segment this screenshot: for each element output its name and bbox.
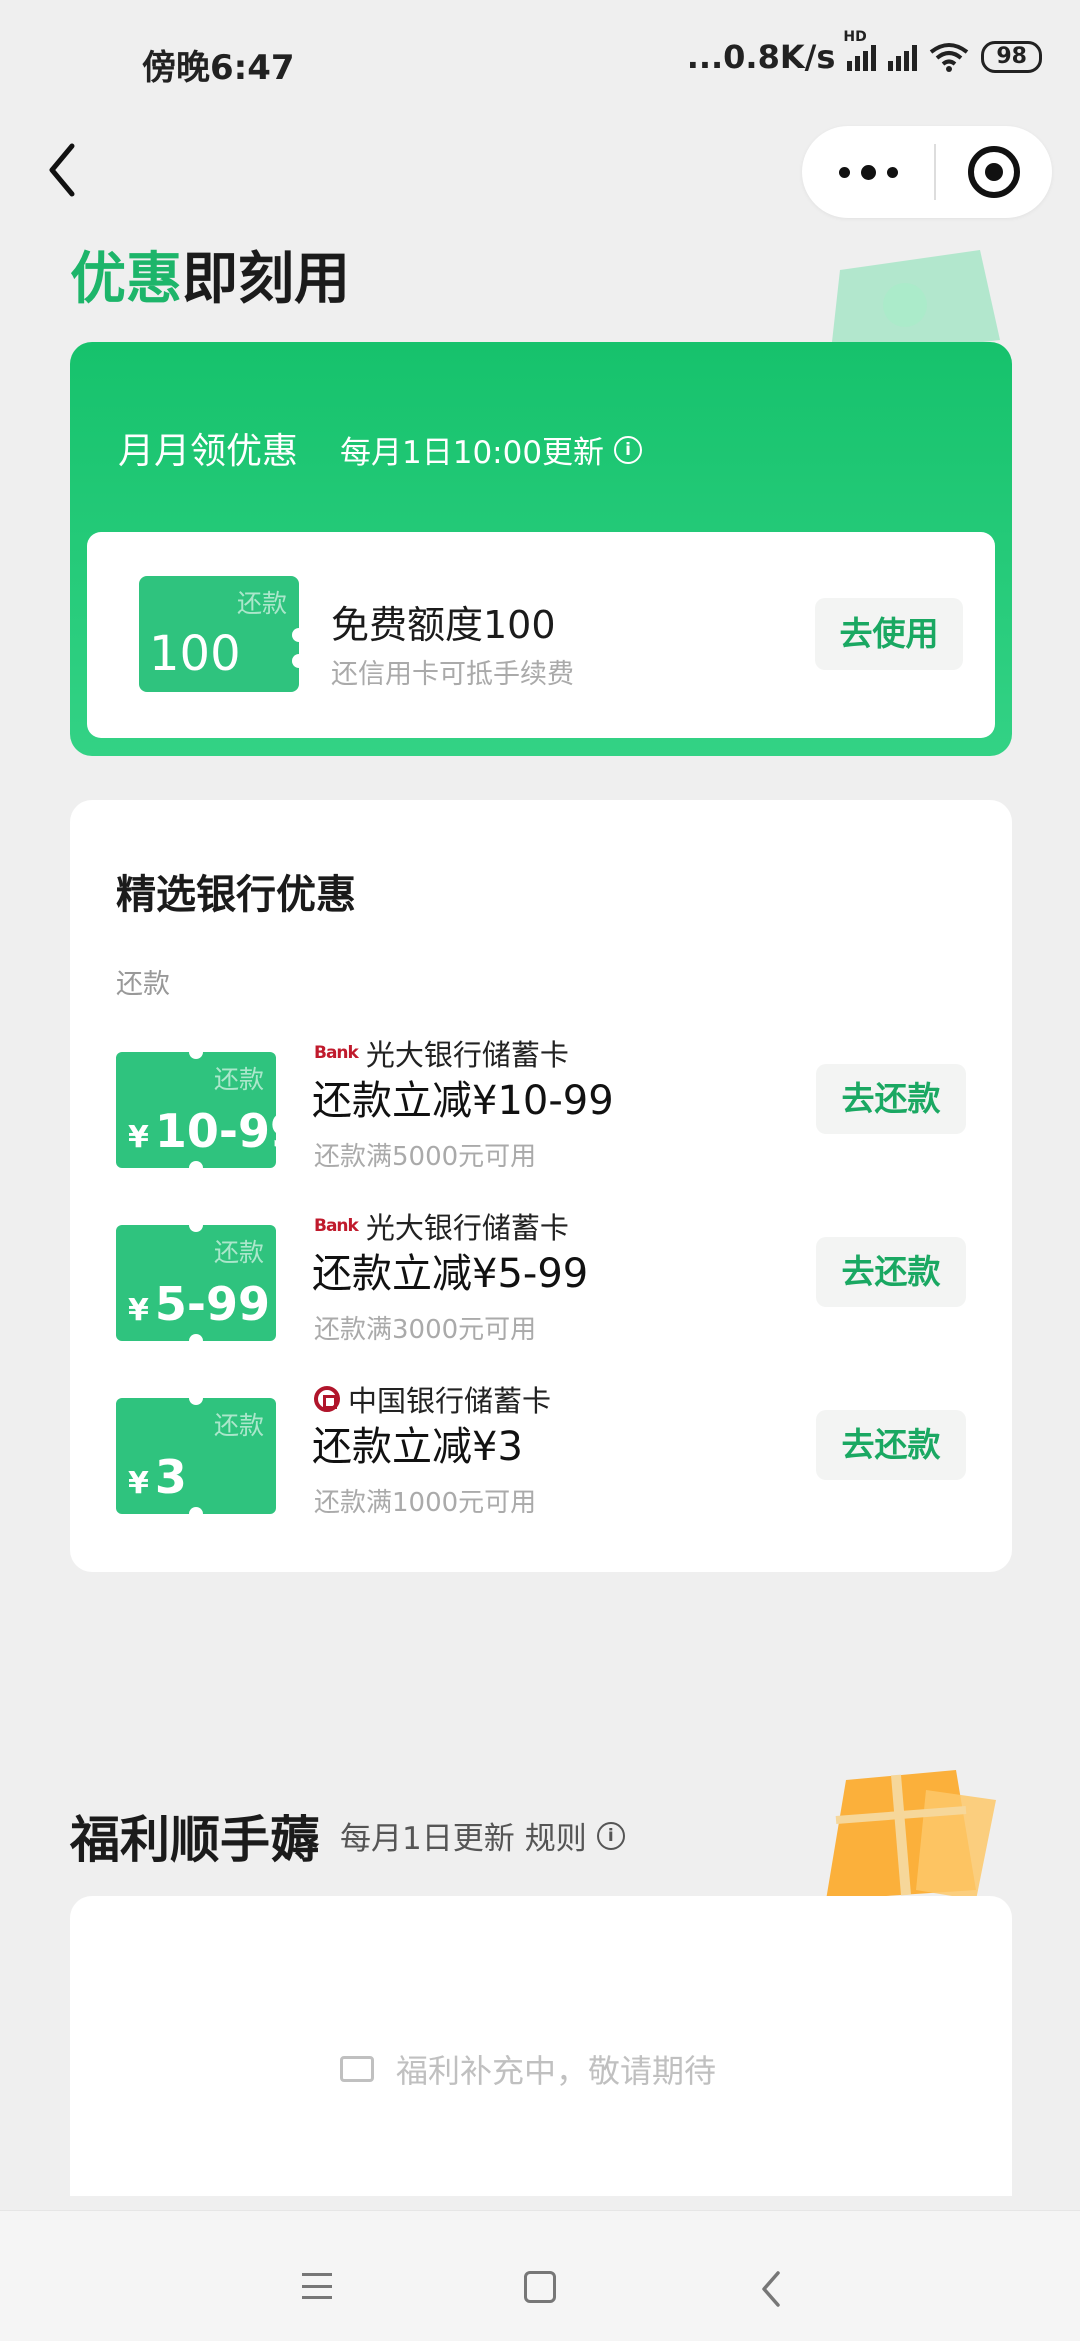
empty-state: 福利补充中，敬请期待 bbox=[340, 2046, 716, 2092]
coupon-amount: 100 bbox=[149, 626, 241, 682]
menu-icon[interactable] bbox=[302, 2273, 332, 2299]
repay-button[interactable]: 去还款 bbox=[816, 1410, 966, 1480]
signal-icon: HD bbox=[843, 29, 877, 71]
coupon-amount: ¥10-99 bbox=[128, 1104, 276, 1158]
offer-condition: 还款满1000元可用 bbox=[314, 1488, 537, 1518]
offer-condition: 还款满5000元可用 bbox=[314, 1142, 537, 1172]
section-title: 精选银行优惠 bbox=[116, 872, 356, 918]
repay-button[interactable]: 去还款 bbox=[816, 1237, 966, 1307]
boc-bank-logo-icon bbox=[314, 1386, 340, 1412]
empty-text: 福利补充中，敬请期待 bbox=[396, 2052, 717, 2090]
monthly-coupon-card: 月月领优惠 每月1日10:00更新 i 还款 100 免费额度100 还信用卡可… bbox=[70, 342, 1012, 756]
mini-program-capsule bbox=[802, 126, 1052, 218]
status-time: 傍晚6:47 bbox=[142, 48, 295, 88]
coupon-ticket: 还款 100 bbox=[139, 576, 299, 692]
chevron-left-icon[interactable] bbox=[40, 140, 88, 200]
status-icons: ...0.8K/s HD 98 bbox=[686, 29, 1042, 76]
rules-link[interactable]: 规则 bbox=[525, 1813, 587, 1858]
battery-indicator: 98 bbox=[981, 41, 1042, 73]
target-icon bbox=[968, 146, 1020, 198]
coupon-amount: ¥3 bbox=[128, 1450, 187, 1504]
wifi-icon bbox=[930, 43, 969, 72]
monthly-title: 月月领优惠 bbox=[118, 431, 299, 472]
back-triangle-icon[interactable] bbox=[756, 2269, 786, 2309]
info-icon[interactable]: i bbox=[596, 1821, 625, 1850]
free-quota-subtitle: 还信用卡可抵手续费 bbox=[331, 659, 574, 690]
offer-title: 还款立减¥10-99 bbox=[312, 1078, 614, 1124]
coupon-tag: 还款 bbox=[213, 1411, 264, 1440]
free-quota-title: 免费额度100 bbox=[331, 603, 556, 647]
welfare-card: 福利补充中，敬请期待 bbox=[70, 1896, 1012, 2196]
coupon-ticket: 还款 ¥3 bbox=[116, 1398, 276, 1514]
offer-condition: 还款满3000元可用 bbox=[314, 1315, 537, 1345]
more-dots-icon[interactable] bbox=[802, 164, 934, 180]
ceb-bank-logo-icon: Bank bbox=[314, 1043, 359, 1063]
coupon-ticket: 还款 ¥5-99 bbox=[116, 1225, 276, 1341]
coupon-tag: 还款 bbox=[213, 1238, 264, 1267]
coupon-tag: 还款 bbox=[213, 1065, 264, 1094]
close-button[interactable] bbox=[936, 146, 1052, 198]
bank-offer-item: 还款 ¥3 中国银行储蓄卡 还款立减¥3 还款满1000元可用 去还款 bbox=[70, 1378, 1012, 1538]
hd-badge: HD bbox=[843, 29, 867, 45]
welfare-subtitle: 每月1日更新 规则 i bbox=[340, 1813, 625, 1858]
network-speed: ...0.8K/s bbox=[686, 38, 836, 76]
bank-offer-item: 还款 ¥5-99 Bank 光大银行储蓄卡 还款立减¥5-99 还款满3000元… bbox=[70, 1205, 1012, 1365]
repay-button[interactable]: 去还款 bbox=[816, 1064, 966, 1134]
page-heading: 优惠即刻用 bbox=[70, 247, 350, 312]
signal-icon-2 bbox=[888, 43, 918, 71]
bank-offer-item: 还款 ¥10-99 Bank 光大银行储蓄卡 还款立减¥10-99 还款满500… bbox=[70, 1032, 1012, 1192]
offer-title: 还款立减¥3 bbox=[312, 1424, 523, 1470]
offer-title: 还款立减¥5-99 bbox=[312, 1251, 589, 1297]
system-nav-bar bbox=[0, 2210, 1080, 2341]
category-label: 还款 bbox=[116, 969, 170, 1000]
monthly-subtitle: 每月1日10:00更新 i bbox=[340, 427, 643, 472]
use-button[interactable]: 去使用 bbox=[815, 598, 963, 670]
gift-box-icon bbox=[826, 1770, 996, 1900]
info-icon[interactable]: i bbox=[614, 435, 643, 464]
bank-offers-card: 精选银行优惠 还款 还款 ¥10-99 Bank 光大银行储蓄卡 还款立减¥10… bbox=[70, 800, 1012, 1572]
free-quota-item: 还款 100 免费额度100 还信用卡可抵手续费 去使用 bbox=[87, 532, 995, 738]
coupon-tag: 还款 bbox=[236, 589, 287, 618]
ceb-bank-logo-icon: Bank bbox=[314, 1216, 359, 1236]
ticket-icon bbox=[340, 2056, 374, 2082]
coupon-amount: ¥5-99 bbox=[128, 1277, 270, 1331]
welfare-title: 福利顺手薅 bbox=[70, 1811, 320, 1869]
coupon-ticket: 还款 ¥10-99 bbox=[116, 1052, 276, 1168]
home-square-icon[interactable] bbox=[524, 2271, 556, 2303]
